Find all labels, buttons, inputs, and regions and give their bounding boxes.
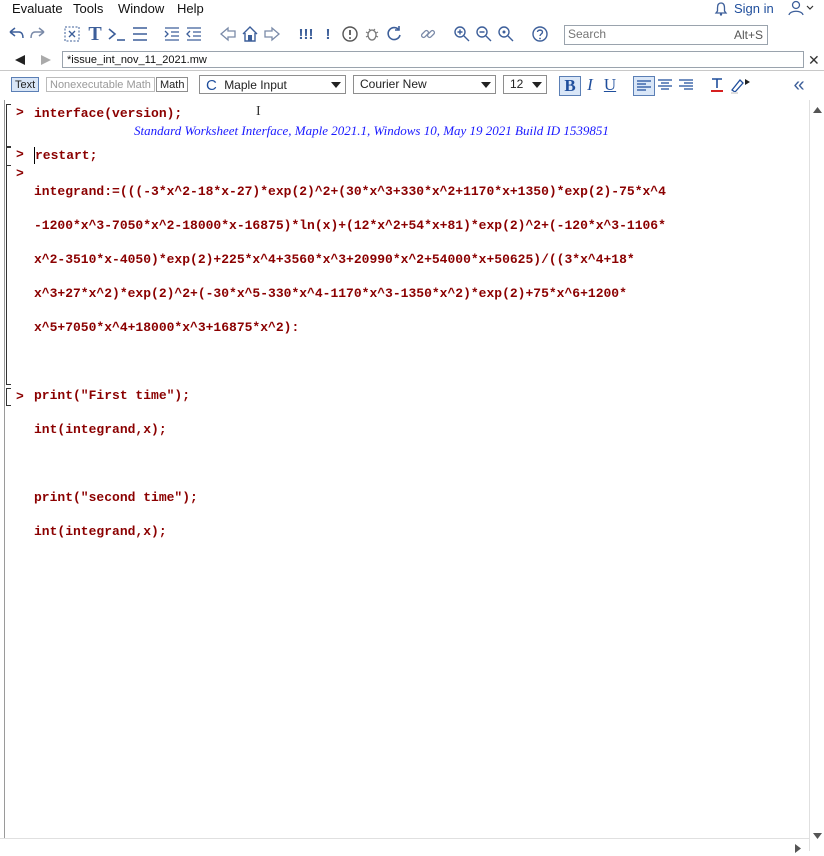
bell-icon[interactable] — [714, 1, 728, 16]
italic-icon[interactable]: I — [582, 75, 598, 94]
size-value: 12 — [510, 77, 524, 91]
input-prompt: > — [16, 389, 24, 404]
code-line: print("second time"); — [34, 490, 198, 505]
underline-icon[interactable]: U — [601, 75, 619, 94]
horizontal-scrollbar[interactable] — [0, 838, 809, 853]
document-tab[interactable]: *issue_int_nov_11_2021.mw — [62, 51, 804, 68]
scroll-down-icon[interactable] — [813, 828, 822, 842]
forward-icon[interactable] — [262, 24, 282, 44]
close-tab-icon[interactable]: ✕ — [808, 52, 820, 69]
execute-icon[interactable]: ! — [318, 24, 338, 44]
input-prompt: > — [16, 105, 24, 120]
command-integrand-block[interactable]: integrand:=(((-3*x^2-18*x-27)*exp(2)^2+(… — [34, 166, 666, 557]
document-tab-bar: *issue_int_nov_11_2021.mw ✕ — [0, 50, 824, 71]
menu-window[interactable]: Window — [118, 1, 164, 16]
highlight-icon[interactable] — [729, 76, 751, 94]
command-restart[interactable]: restart; — [34, 147, 97, 164]
code-line: x^3+27*x^2)*exp(2)^2+(-30*x^5-330*x^4-11… — [34, 286, 627, 301]
restart-icon[interactable] — [384, 24, 404, 44]
text-mode-icon[interactable]: T — [85, 23, 105, 45]
redo-icon[interactable] — [28, 24, 48, 44]
size-select[interactable]: 12 — [503, 75, 547, 94]
collapse-palette-icon[interactable]: « — [789, 74, 809, 96]
sign-in[interactable]: Sign in — [714, 1, 774, 16]
select-icon[interactable] — [62, 24, 82, 44]
debug-icon[interactable] — [362, 24, 382, 44]
stop-icon[interactable] — [340, 24, 360, 44]
font-value: Courier New — [360, 77, 427, 91]
zoom-out-icon[interactable] — [474, 24, 494, 44]
style-icon: C — [206, 77, 217, 94]
scroll-right-icon[interactable] — [795, 842, 801, 856]
undo-icon[interactable] — [6, 24, 26, 44]
code-line: print("First time"); — [34, 388, 191, 403]
vertical-scrollbar[interactable] — [809, 100, 824, 851]
menu-evaluate[interactable]: Evaluate — [12, 1, 63, 16]
menu-help[interactable]: Help — [177, 1, 204, 16]
text-cursor-icon: I — [256, 104, 261, 119]
paragraph-icon[interactable] — [130, 24, 150, 44]
font-select[interactable]: Courier New — [353, 75, 496, 94]
text-mode-button[interactable]: Text — [11, 77, 40, 92]
home-icon[interactable] — [240, 24, 260, 44]
command-interface-version[interactable]: interface(version); — [34, 105, 182, 122]
code-line: -1200*x^3-7050*x^2-18000*x-16875)*ln(x)+… — [34, 218, 666, 233]
zoom-reset-icon[interactable] — [496, 24, 516, 44]
text-color-icon[interactable] — [707, 76, 727, 94]
math-mode-button[interactable]: Math — [156, 77, 189, 92]
menu-tools[interactable]: Tools — [73, 1, 103, 16]
align-right-icon[interactable] — [676, 76, 696, 94]
search-shortcut: Alt+S — [733, 28, 763, 42]
indent-icon[interactable] — [162, 24, 182, 44]
code-line: x^5+7050*x^4+18000*x^3+16875*x^2): — [34, 320, 300, 335]
code-line: integrand:=(((-3*x^2-18*x-27)*exp(2)^2+(… — [34, 184, 666, 199]
bold-icon[interactable]: B — [559, 76, 581, 96]
user-icon[interactable] — [788, 0, 816, 19]
prompt-icon[interactable] — [107, 24, 127, 44]
code-line: x^2-3510*x-4050)*exp(2)+225*x^4+3560*x^3… — [34, 252, 635, 267]
execute-all-icon[interactable]: !!! — [296, 24, 316, 44]
style-select[interactable]: C Maple Input — [199, 75, 346, 94]
sign-in-label[interactable]: Sign in — [734, 1, 774, 16]
search-box[interactable]: Alt+S — [564, 25, 768, 45]
code-line: int(integrand,x); — [34, 524, 167, 539]
help-icon[interactable] — [530, 24, 550, 44]
scroll-up-icon[interactable] — [813, 102, 822, 116]
back-icon[interactable] — [218, 24, 238, 44]
search-input[interactable] — [565, 26, 718, 42]
style-value: Maple Input — [224, 78, 287, 92]
format-bar: Text Nonexecutable Math Math C Maple Inp… — [0, 73, 824, 97]
version-output: Standard Worksheet Interface, Maple 2021… — [134, 123, 609, 138]
input-prompt: > — [16, 147, 24, 162]
execution-group-bracket[interactable] — [6, 388, 11, 406]
menu-bar: Evaluate Tools Window Help Sign in — [0, 0, 824, 18]
input-prompt: > — [16, 166, 24, 181]
link-icon[interactable] — [418, 24, 438, 44]
execution-group-bracket[interactable] — [6, 146, 11, 166]
align-center-icon[interactable] — [655, 76, 675, 94]
chevron-down-icon — [532, 82, 542, 88]
nonexecutable-math-button[interactable]: Nonexecutable Math — [46, 77, 155, 92]
previous-tab-icon[interactable] — [10, 52, 30, 68]
execution-group-bracket[interactable] — [6, 165, 11, 385]
outdent-icon[interactable] — [184, 24, 204, 44]
zoom-in-icon[interactable] — [452, 24, 472, 44]
code-line: int(integrand,x); — [34, 422, 167, 437]
next-tab-icon[interactable] — [36, 52, 56, 68]
chevron-down-icon — [331, 82, 341, 88]
chevron-down-icon — [481, 82, 491, 88]
execution-group-bracket[interactable] — [6, 104, 11, 148]
align-left-icon[interactable] — [633, 76, 655, 96]
